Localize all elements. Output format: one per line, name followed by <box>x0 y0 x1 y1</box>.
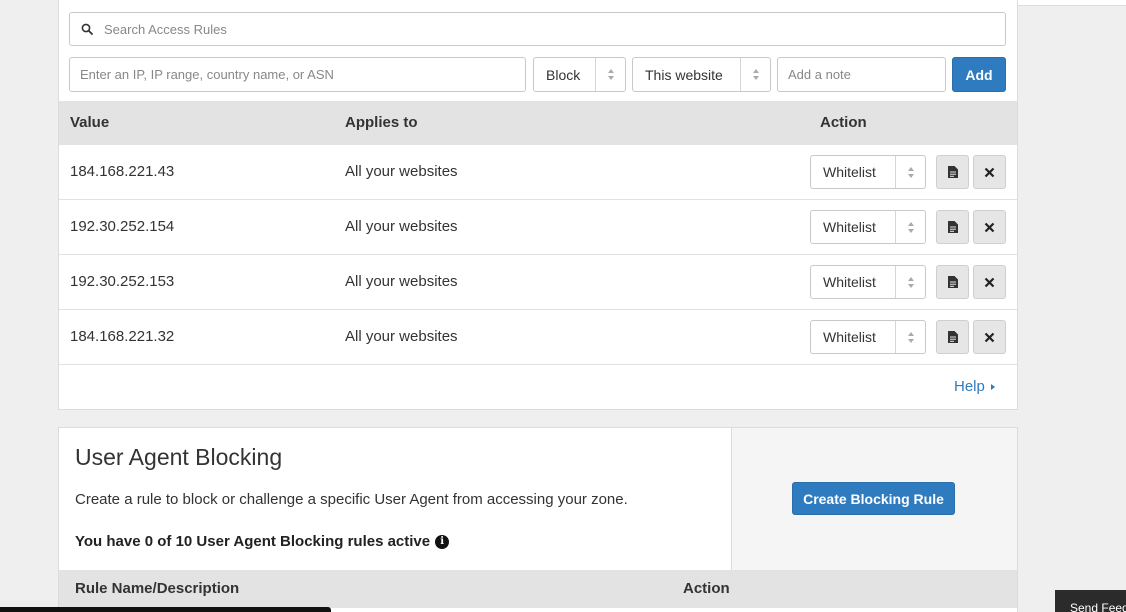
note-field[interactable] <box>777 57 946 92</box>
info-icon[interactable]: i <box>435 534 450 549</box>
access-rules-panel: Block This website Add Value Applies to … <box>58 0 1018 410</box>
column-header-action: Action <box>820 114 867 131</box>
delete-button[interactable] <box>973 210 1006 244</box>
send-feedback-button[interactable]: Send Feedback <box>1055 590 1126 612</box>
rule-applies-to: All your websites <box>345 163 458 180</box>
add-button[interactable]: Add <box>952 57 1006 92</box>
action-select[interactable]: Block <box>533 57 626 92</box>
note-input[interactable] <box>778 58 945 91</box>
rule-action-select[interactable]: Whitelist <box>810 320 926 354</box>
note-button[interactable] <box>936 155 969 189</box>
section-title: User Agent Blocking <box>75 444 283 470</box>
rule-value: 192.30.252.153 <box>70 273 175 290</box>
rule-action-value: Whitelist <box>823 329 876 345</box>
action-select-value: Block <box>546 66 581 83</box>
help-link[interactable]: Help <box>954 378 995 395</box>
caret-right-icon <box>990 383 995 390</box>
updown-arrows-icon <box>895 321 925 353</box>
ip-input[interactable] <box>70 58 525 91</box>
search-icon <box>70 13 104 45</box>
rule-action-value: Whitelist <box>823 219 876 235</box>
delete-button[interactable] <box>973 265 1006 299</box>
scope-select[interactable]: This website <box>632 57 771 92</box>
column-header-applies-to: Applies to <box>345 114 418 131</box>
rule-applies-to: All your websites <box>345 328 458 345</box>
rule-action-select[interactable]: Whitelist <box>810 155 926 189</box>
access-rules-table-header: Value Applies to Action <box>59 101 1017 145</box>
ip-field[interactable] <box>69 57 526 92</box>
column-header-value: Value <box>70 114 110 131</box>
scope-select-value: This website <box>645 66 723 83</box>
table-row: 192.30.252.153 All your websites Whiteli… <box>59 255 1017 310</box>
table-row: 192.30.252.154 All your websites Whiteli… <box>59 200 1017 255</box>
close-icon <box>984 222 995 232</box>
table-row: 184.168.221.43 All your websites Whiteli… <box>59 145 1017 200</box>
rules-active-count: You have 0 of 10 User Agent Blocking rul… <box>75 533 450 550</box>
rule-applies-to: All your websites <box>345 218 458 235</box>
document-icon <box>947 166 958 178</box>
rule-action-value: Whitelist <box>823 164 876 180</box>
column-header-rule-name: Rule Name/Description <box>75 580 240 597</box>
rule-action-select[interactable]: Whitelist <box>810 210 926 244</box>
note-button[interactable] <box>936 265 969 299</box>
updown-arrows-icon <box>895 211 925 243</box>
create-blocking-rule-button[interactable]: Create Blocking Rule <box>792 482 955 515</box>
updown-arrows-icon <box>895 156 925 188</box>
close-icon <box>984 332 995 342</box>
column-header-action: Action <box>683 580 730 597</box>
note-button[interactable] <box>936 210 969 244</box>
updown-arrows-icon <box>895 266 925 298</box>
table-row: 184.168.221.32 All your websites Whiteli… <box>59 310 1017 365</box>
rule-value: 184.168.221.32 <box>70 328 175 345</box>
top-bar-edge <box>1018 0 1126 6</box>
search-access-rules[interactable] <box>69 12 1006 46</box>
rules-active-text: You have 0 of 10 User Agent Blocking rul… <box>75 533 431 550</box>
rule-applies-to: All your websites <box>345 273 458 290</box>
delete-button[interactable] <box>973 155 1006 189</box>
add-rule-row: Block This website Add <box>69 57 1007 92</box>
send-feedback-label: Send Feedback <box>1070 601 1126 612</box>
user-agent-blocking-panel: User Agent Blocking Create a rule to blo… <box>58 427 1018 612</box>
rule-value: 192.30.252.154 <box>70 218 175 235</box>
close-icon <box>984 167 995 177</box>
close-icon <box>984 277 995 287</box>
rule-value: 184.168.221.43 <box>70 163 175 180</box>
delete-button[interactable] <box>973 320 1006 354</box>
rule-action-value: Whitelist <box>823 274 876 290</box>
updown-arrows-icon <box>740 58 770 91</box>
search-input[interactable] <box>104 14 1005 44</box>
help-label: Help <box>954 378 985 395</box>
document-icon <box>947 276 958 288</box>
rule-action-select[interactable]: Whitelist <box>810 265 926 299</box>
ua-table-header: Rule Name/Description Action <box>59 570 1017 608</box>
document-icon <box>947 331 958 343</box>
document-icon <box>947 221 958 233</box>
note-button[interactable] <box>936 320 969 354</box>
section-description: Create a rule to block or challenge a sp… <box>75 491 628 508</box>
updown-arrows-icon <box>595 58 625 91</box>
bottom-overlay-bar <box>0 607 331 612</box>
